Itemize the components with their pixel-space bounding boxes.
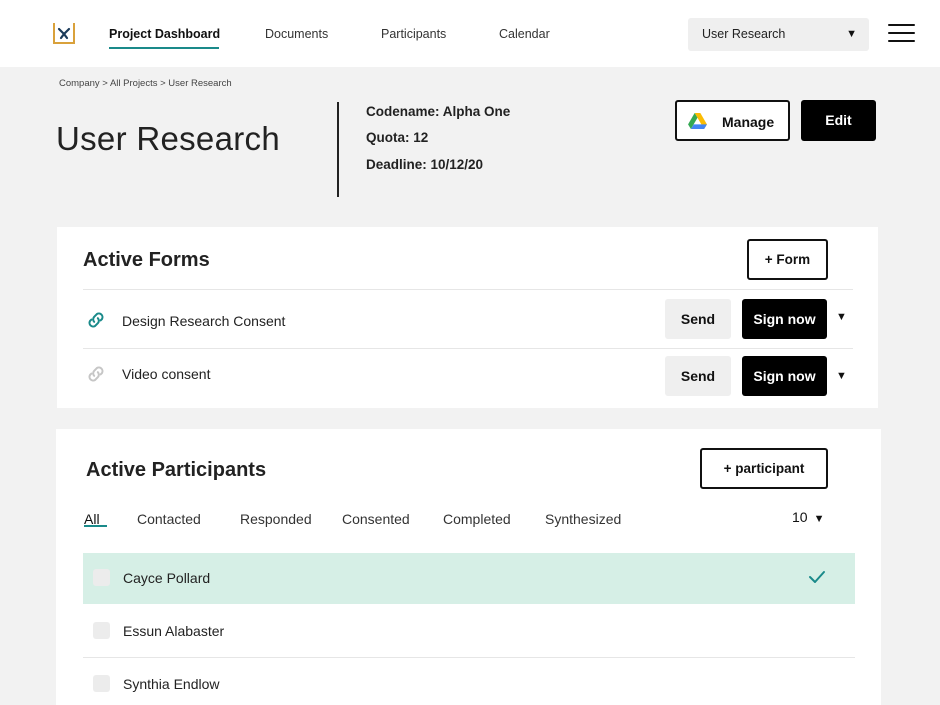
header-divider [337, 102, 339, 197]
project-select[interactable]: User Research ▼ [688, 18, 869, 51]
nav-active-underline [109, 47, 219, 49]
sign-now-button[interactable]: Sign now [742, 356, 827, 396]
manage-button[interactable]: Manage [675, 100, 790, 141]
send-button[interactable]: Send [665, 356, 731, 396]
active-forms-title: Active Forms [83, 249, 210, 271]
top-nav-bar: Project Dashboard Documents Participants… [0, 0, 940, 67]
link-icon [88, 312, 104, 328]
project-deadline: Deadline: 10/12/20 [366, 157, 484, 172]
project-codename: Codename: Alpha One [366, 104, 511, 119]
edit-button[interactable]: Edit [801, 100, 876, 141]
participant-row[interactable]: Synthia Endlow [83, 659, 855, 705]
nav-calendar[interactable]: Calendar [499, 27, 550, 41]
breadcrumb[interactable]: Company > All Projects > User Research [59, 78, 232, 89]
tab-responded[interactable]: Responded [240, 511, 312, 527]
active-participants-title: Active Participants [86, 459, 267, 481]
hamburger-menu-icon[interactable] [888, 24, 915, 44]
participant-name: Essun Alabaster [123, 623, 225, 639]
app-logo-icon[interactable] [52, 21, 76, 45]
google-drive-icon [688, 113, 707, 130]
participant-name: Cayce Pollard [123, 570, 211, 586]
nav-project-dashboard[interactable]: Project Dashboard [109, 27, 220, 41]
caret-down-icon: ▼ [846, 28, 857, 40]
send-button[interactable]: Send [665, 299, 731, 339]
add-participant-button[interactable]: + participant [700, 448, 828, 489]
row-checkbox[interactable] [93, 675, 110, 692]
participant-row[interactable]: Cayce Pollard [83, 553, 855, 604]
manage-label: Manage [722, 114, 775, 130]
per-page-select[interactable]: 10 ▼ [792, 509, 824, 525]
project-select-value: User Research [702, 27, 786, 41]
form-row: Video consent Send Sign now ▼ [57, 348, 878, 406]
page-title: User Research [56, 120, 280, 157]
caret-down-icon[interactable]: ▼ [836, 311, 847, 323]
caret-down-icon[interactable]: ▼ [836, 370, 847, 382]
tab-active-underline [84, 525, 107, 527]
nav-participants[interactable]: Participants [381, 27, 446, 41]
tab-completed[interactable]: Completed [443, 511, 511, 527]
row-checkbox[interactable] [93, 622, 110, 639]
tab-contacted[interactable]: Contacted [137, 511, 201, 527]
tab-consented[interactable]: Consented [342, 511, 410, 527]
caret-down-icon: ▼ [813, 513, 825, 525]
link-icon [88, 366, 104, 382]
form-name[interactable]: Video consent [122, 366, 210, 382]
sign-now-button[interactable]: Sign now [742, 299, 827, 339]
form-row: Design Research Consent Send Sign now ▼ [57, 289, 878, 347]
active-forms-card: Active Forms + Form Design Research Cons… [57, 227, 878, 408]
participant-row[interactable]: Essun Alabaster [83, 606, 855, 657]
per-page-value: 10 [792, 509, 808, 525]
divider [83, 657, 855, 658]
tab-synthesized[interactable]: Synthesized [545, 511, 621, 527]
nav-documents[interactable]: Documents [265, 27, 328, 41]
add-form-button[interactable]: + Form [747, 239, 828, 280]
project-quota: Quota: 12 [366, 130, 429, 145]
row-checkbox[interactable] [93, 569, 110, 586]
participant-name: Synthia Endlow [123, 676, 220, 692]
form-name[interactable]: Design Research Consent [122, 313, 285, 329]
active-participants-card: Active Participants + participant All Co… [56, 429, 881, 705]
checkmark-icon [809, 571, 825, 583]
